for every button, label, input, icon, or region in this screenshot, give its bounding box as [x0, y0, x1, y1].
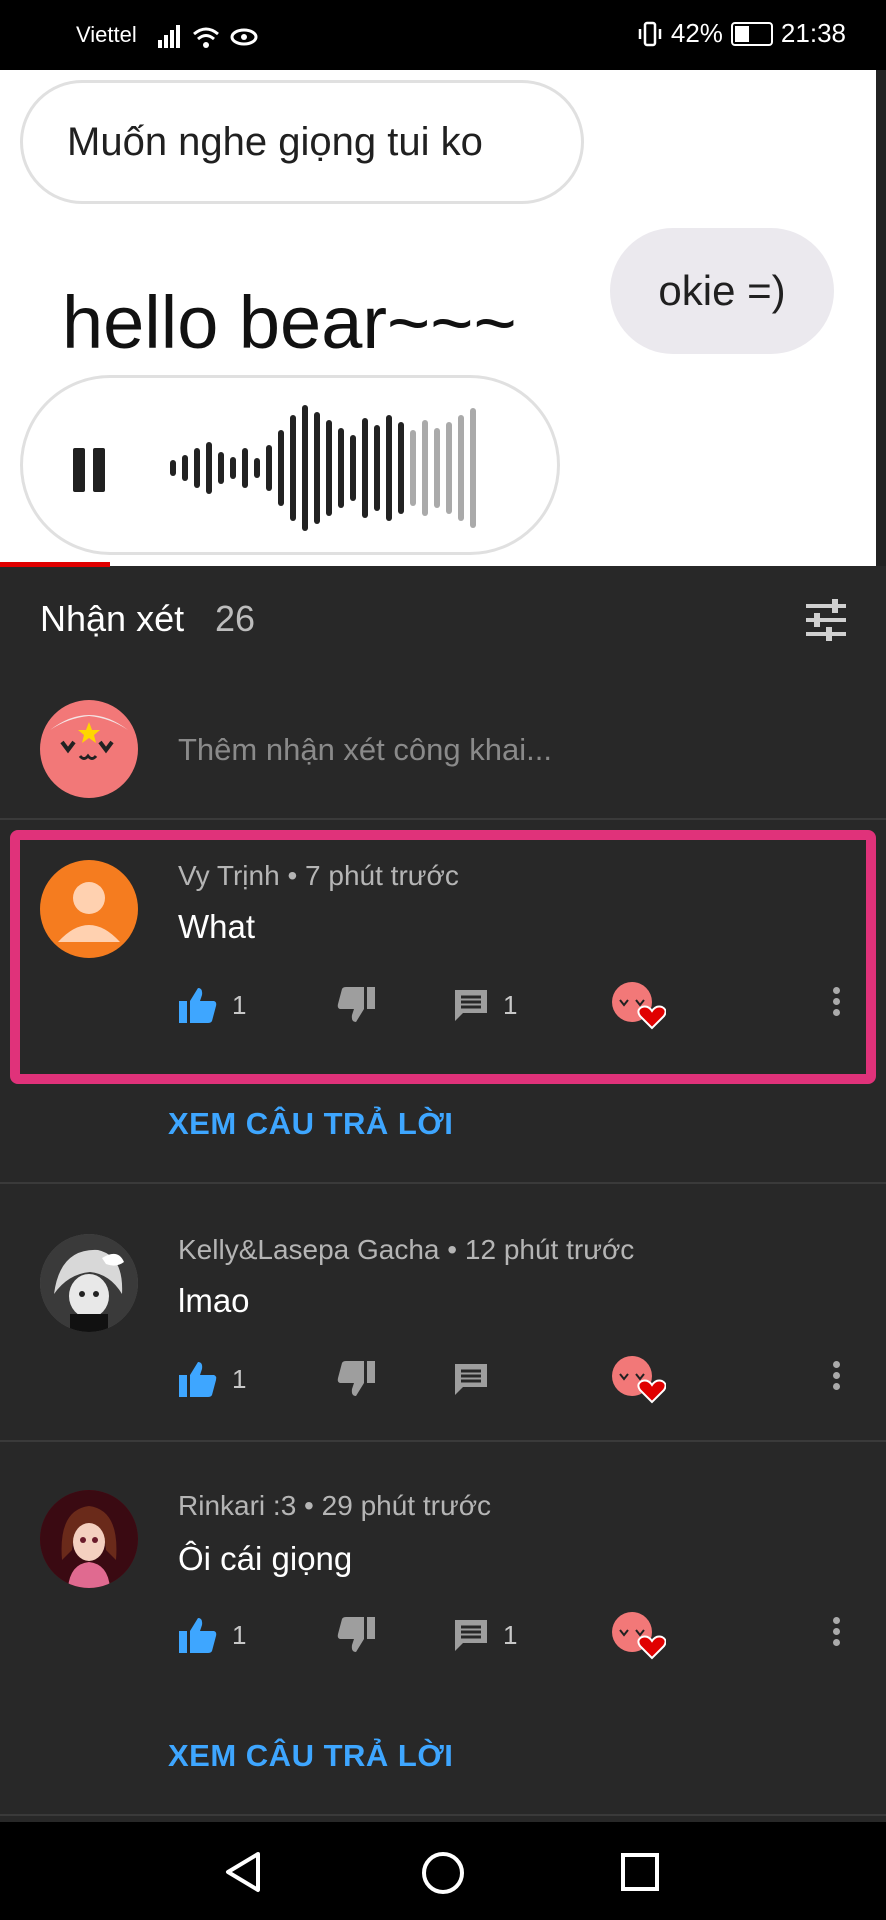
video-progress-bar[interactable]: [0, 562, 110, 567]
status-bar: Viettel 42% 21:38: [0, 0, 886, 70]
comment-time: 12 phút trước: [464, 1234, 635, 1265]
battery-percent: 42%: [670, 18, 723, 48]
comments-count: 26: [215, 598, 256, 639]
more-vert-icon[interactable]: [830, 1358, 842, 1398]
reply-button[interactable]: 1: [453, 1610, 517, 1660]
signal-icons: [158, 25, 258, 48]
comments-title: Nhận xét: [40, 598, 185, 639]
creator-heart-icon: [612, 1356, 666, 1404]
system-nav-bar: [0, 1822, 886, 1920]
comment-meta: Kelly&Lasepa Gacha • 12 phút trước: [178, 1234, 634, 1266]
more-vert-icon[interactable]: [830, 984, 842, 1024]
comment-author[interactable]: Rinkari :3: [178, 1490, 296, 1521]
view-replies-button[interactable]: XEM CÂU TRẢ LỜI: [168, 1738, 453, 1774]
dislike-button[interactable]: [336, 1610, 376, 1660]
reply-button[interactable]: 1: [453, 980, 517, 1030]
chat-bubble-question: Muốn nghe giọng tui ko: [20, 80, 584, 204]
reply-count: 1: [503, 1619, 518, 1650]
divider: [0, 1182, 886, 1184]
divider: [0, 818, 886, 820]
comment-time: 7 phút trước: [305, 860, 459, 891]
like-count: 1: [232, 989, 247, 1020]
thumbs-down-icon: [337, 1617, 375, 1652]
comment-actions: 1: [178, 1354, 868, 1404]
avatar[interactable]: [40, 1234, 138, 1332]
thumbs-up-icon: [179, 1618, 217, 1653]
voice-message-bubble: [20, 375, 560, 555]
video-player[interactable]: Muốn nghe giọng tui ko okie =) hello bea…: [0, 70, 876, 566]
clock: 21:38: [780, 18, 846, 48]
dislike-button[interactable]: [336, 980, 376, 1030]
reply-button[interactable]: [453, 1354, 503, 1404]
comment-actions: 1 1: [178, 1610, 868, 1660]
home-icon[interactable]: [420, 1850, 466, 1896]
meta-separator: •: [447, 1234, 465, 1265]
like-count: 1: [232, 1363, 247, 1394]
back-icon[interactable]: [222, 1850, 266, 1894]
like-button[interactable]: 1: [178, 980, 246, 1030]
pause-icon: [73, 448, 107, 492]
chat-bubble-reply: okie =): [610, 228, 834, 354]
avatar[interactable]: [40, 860, 138, 958]
status-right: 42% 21:38: [637, 18, 846, 49]
divider: [0, 1440, 886, 1442]
thumbs-up-icon: [179, 988, 217, 1023]
thumbs-down-icon: [337, 1361, 375, 1396]
comment-time: 29 phút trước: [321, 1490, 492, 1521]
my-avatar: [40, 700, 138, 798]
comment-meta: Vy Trịnh • 7 phút trước: [178, 860, 459, 892]
creator-heart: [610, 980, 666, 1030]
meta-separator: •: [287, 860, 306, 891]
waveform-graphic: [170, 405, 476, 531]
dislike-button[interactable]: [336, 1354, 376, 1404]
creator-heart: [610, 1610, 666, 1660]
like-button[interactable]: 1: [178, 1354, 246, 1404]
filter-icon[interactable]: [804, 598, 848, 642]
comment-meta: Rinkari :3 • 29 phút trước: [178, 1490, 491, 1522]
thumbs-up-icon: [179, 1362, 217, 1397]
reply-count: 1: [503, 989, 518, 1020]
video-caption: hello bear~~~: [62, 281, 517, 364]
comment-author[interactable]: Vy Trịnh: [178, 860, 280, 891]
reply-icon: [455, 1364, 487, 1395]
vibrate-icon: [638, 21, 662, 46]
carrier-name: Viettel: [76, 22, 137, 47]
comment-author[interactable]: Kelly&Lasepa Gacha: [178, 1234, 440, 1265]
comment-text: What: [178, 908, 256, 945]
like-button[interactable]: 1: [178, 1610, 246, 1660]
video-edge: [876, 70, 886, 566]
creator-heart-icon: [612, 982, 666, 1030]
avatar[interactable]: [40, 1490, 138, 1588]
view-replies-button[interactable]: XEM CÂU TRẢ LỜI: [168, 1106, 453, 1142]
meta-separator: •: [304, 1490, 322, 1521]
comment-text: Ôi cái giọng: [178, 1540, 353, 1577]
comment-text: lmao: [178, 1282, 250, 1319]
like-count: 1: [232, 1619, 247, 1650]
add-comment-input[interactable]: Thêm nhận xét công khai...: [178, 732, 552, 768]
recents-icon[interactable]: [620, 1852, 660, 1892]
creator-heart-icon: [612, 1612, 666, 1660]
reply-icon: [455, 1620, 487, 1651]
more-vert-icon[interactable]: [830, 1614, 842, 1654]
creator-heart: [610, 1354, 666, 1404]
comment-actions: 1 1: [178, 980, 868, 1030]
battery-icon: [730, 21, 773, 46]
divider: [0, 1814, 886, 1816]
reply-icon: [455, 990, 487, 1021]
thumbs-down-icon: [337, 987, 375, 1022]
